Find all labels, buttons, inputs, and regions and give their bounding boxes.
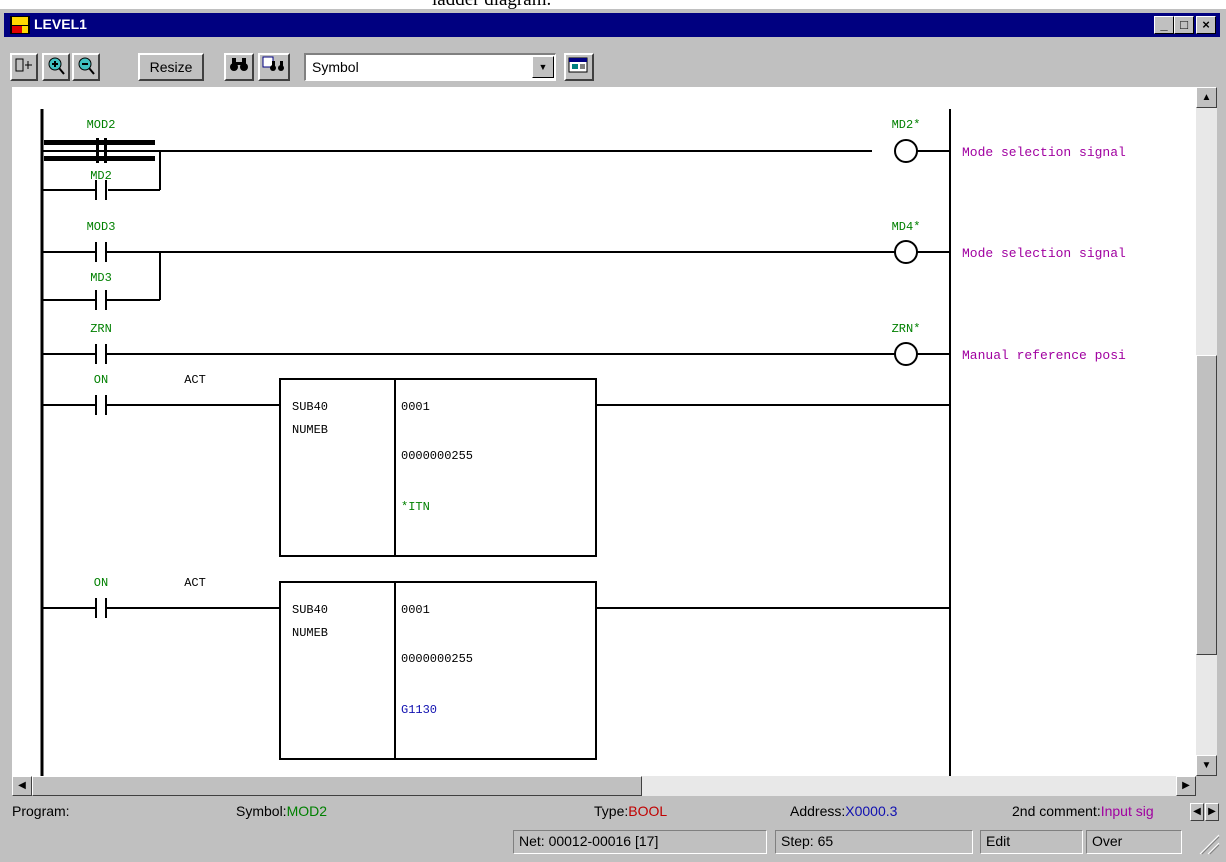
scroll-left-button[interactable]: ◀ <box>12 776 32 796</box>
function-param-2-3: G1130 <box>401 703 437 717</box>
contact-tool-button[interactable] <box>10 53 38 81</box>
zoom-out-button[interactable] <box>72 53 100 81</box>
search-button[interactable] <box>224 53 254 81</box>
contact-label-mod2: MOD2 <box>87 118 116 132</box>
scroll-up-button[interactable]: ▲ <box>1196 87 1217 108</box>
address-info: Address:X0000.3 <box>790 803 897 819</box>
function-param-1-2: 0000000255 <box>401 449 473 463</box>
type-info: Type:BOOL <box>594 803 667 819</box>
chevron-down-icon[interactable]: ▼ <box>532 56 554 78</box>
window-settings-icon <box>568 57 588 73</box>
zoom-out-icon <box>78 57 95 75</box>
contact-icon <box>15 58 32 72</box>
toolbar: Resize Symbol ▼ <box>4 39 1220 83</box>
scroll-right-button[interactable]: ▶ <box>1176 776 1196 796</box>
window-settings-button[interactable] <box>564 53 594 81</box>
status-bar: Net: 00012-00016 [17] Step: 65 Edit Over <box>0 825 1226 862</box>
vertical-scroll-thumb[interactable] <box>1196 355 1217 655</box>
coil-label-md2: MD2* <box>892 118 921 132</box>
type-label: Type: <box>594 803 629 819</box>
zoom-in-button[interactable] <box>42 53 70 81</box>
title-bar[interactable]: LEVEL1 _ □ × <box>4 13 1220 37</box>
info-scroll-right-button[interactable]: ▶ <box>1205 803 1219 821</box>
close-button[interactable]: × <box>1196 16 1216 34</box>
comment-label: 2nd comment: <box>1012 803 1101 819</box>
contact-label-on-1: ON <box>94 373 108 387</box>
net-indicator: Net: 00012-00016 [17] <box>513 830 767 854</box>
coil-label-zrn: ZRN* <box>892 322 921 336</box>
selection-highlight-bottom <box>44 156 155 161</box>
view-mode-select[interactable]: Symbol ▼ <box>304 53 556 81</box>
contact-label-on-2: ON <box>94 576 108 590</box>
symbol-label: Symbol: <box>236 803 287 819</box>
type-value: BOOL <box>628 803 668 819</box>
rung-comment-3: Manual reference posi <box>962 348 1126 363</box>
insert-mode-indicator: Over <box>1086 830 1182 854</box>
function-param-1-3: *ITN <box>401 500 430 514</box>
contact-label-md2: MD2 <box>90 169 112 183</box>
input-label-act-2: ACT <box>184 576 206 590</box>
document-caption-fragment: ladder diagram. <box>0 0 1226 9</box>
vertical-scrollbar[interactable]: ▲ ▼ <box>1196 87 1217 776</box>
contact-label-md3: MD3 <box>90 271 112 285</box>
address-value: X0000.3 <box>845 803 898 819</box>
minimize-button[interactable]: _ <box>1154 16 1174 34</box>
search-replace-button[interactable] <box>258 53 290 81</box>
coil-md2 <box>894 139 918 163</box>
rung-2: MOD3 MD3 MD4* Mode selection signal <box>42 220 1126 310</box>
rung-3: ZRN ZRN* Manual reference posi <box>42 322 1126 366</box>
comment-value: Input sig <box>1100 803 1154 819</box>
zoom-in-icon <box>48 57 65 75</box>
caption-text: ladder diagram. <box>432 0 551 9</box>
function-param-2-1: 0001 <box>401 603 430 617</box>
function-sub-1: NUMEB <box>292 423 328 437</box>
contact-label-mod3: MOD3 <box>87 220 116 234</box>
function-param-2-2: 0000000255 <box>401 652 473 666</box>
mode-indicator: Edit <box>980 830 1083 854</box>
horizontal-scroll-thumb[interactable] <box>32 776 642 796</box>
program-label: Program: <box>12 803 70 819</box>
contact-label-zrn: ZRN <box>90 322 112 336</box>
ladder-editor-window: LEVEL1 _ □ × Resize Symbol ▼ MOD2 MD2 MD… <box>0 9 1226 862</box>
function-sub-2: NUMEB <box>292 626 328 640</box>
symbol-value: MOD2 <box>286 803 328 819</box>
app-icon <box>10 16 30 34</box>
scroll-down-button[interactable]: ▼ <box>1196 755 1217 776</box>
horizontal-scrollbar[interactable]: ◀ ▶ <box>12 776 1196 796</box>
step-indicator: Step: 65 <box>775 830 973 854</box>
resize-button[interactable]: Resize <box>138 53 204 81</box>
search-replace-icon <box>262 56 284 71</box>
function-name-1: SUB40 <box>292 400 328 414</box>
rung-comment-2: Mode selection signal <box>962 246 1126 261</box>
resize-grip[interactable] <box>1190 833 1220 855</box>
info-scroll-left-button[interactable]: ◀ <box>1190 803 1204 821</box>
address-label: Address: <box>790 803 846 819</box>
selection-highlight-top <box>44 140 155 145</box>
ladder-diagram: MOD2 MD2 MD2* Mode selection signal MOD3 <box>40 109 1126 776</box>
ladder-canvas[interactable]: MOD2 MD2 MD2* Mode selection signal MOD3 <box>12 87 1196 776</box>
function-block-2: ON ACT SUB40 NUMEB 0001 0000000255 G1130 <box>42 576 950 760</box>
rung-1: MOD2 MD2 MD2* Mode selection signal <box>42 118 1126 200</box>
symbol-info-bar: Program: Symbol:MOD2 Type:BOOL Address:X… <box>4 799 1220 825</box>
maximize-button[interactable]: □ <box>1174 16 1194 34</box>
comment-info: 2nd comment:Input sig <box>1012 803 1154 819</box>
rung-comment-1: Mode selection signal <box>962 145 1126 160</box>
function-block-1: ON ACT SUB40 NUMEB 0001 0000000255 *ITN <box>42 373 950 557</box>
view-mode-value: Symbol <box>312 59 359 75</box>
function-param-1-1: 0001 <box>401 400 430 414</box>
symbol-info: Symbol:MOD2 <box>236 803 327 819</box>
input-label-act-1: ACT <box>184 373 206 387</box>
coil-label-md4: MD4* <box>892 220 921 234</box>
window-title: LEVEL1 <box>34 16 87 32</box>
binoculars-icon <box>230 58 248 71</box>
function-name-2: SUB40 <box>292 603 328 617</box>
